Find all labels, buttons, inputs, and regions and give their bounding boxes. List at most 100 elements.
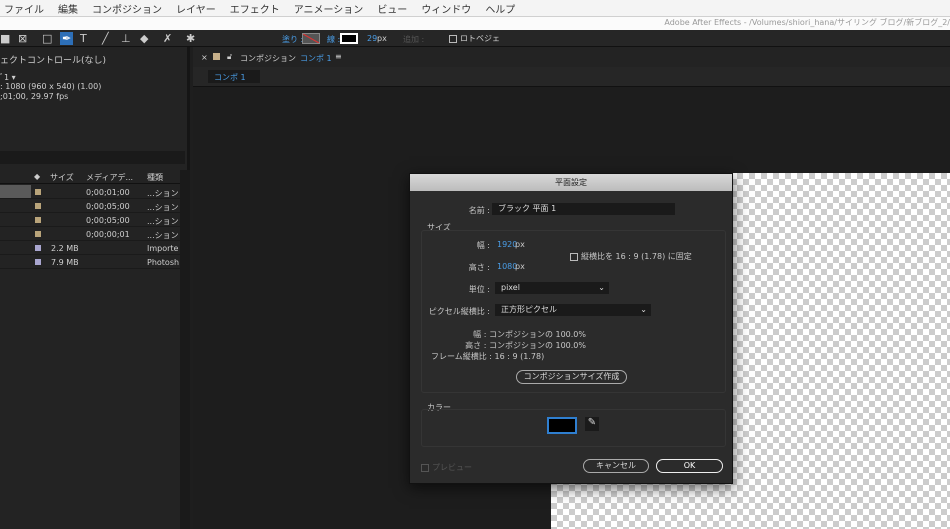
label-color-swatch[interactable] <box>35 217 41 223</box>
project-row[interactable]: 0;00;05;00 ...ション <box>0 199 180 213</box>
label-color-swatch[interactable] <box>35 203 41 209</box>
window-title: Adobe After Effects - /Volumes/shiori_ha… <box>0 17 950 30</box>
camera-tool-icon[interactable]: ■ <box>0 32 10 45</box>
comp-color-label <box>213 53 220 60</box>
project-row[interactable]: 0;00;00;01 ...ション <box>0 227 180 241</box>
close-tab-icon[interactable]: × <box>201 53 208 62</box>
comp-panel-header: × 🔓︎ コンポジション コンポ 1 ≡ <box>193 47 950 67</box>
unit-label: 単位 : <box>468 285 490 294</box>
puppet-pin-tool-icon[interactable]: ✱ <box>186 32 195 45</box>
row-duration: 0;00;01;00 <box>86 188 130 197</box>
make-comp-size-button[interactable]: コンポジションサイズ作成 <box>516 370 627 384</box>
unit-value: pixel <box>501 283 520 292</box>
stroke-width[interactable]: 29 <box>367 34 377 43</box>
eraser-tool-icon[interactable]: ◆ <box>140 32 148 45</box>
project-scrollbar[interactable] <box>180 170 190 529</box>
solid-settings-dialog: 平面設定 名前 : ブラック 平面 1 サイズ 幅 : 1920 px 縦横比を… <box>409 173 733 484</box>
tab-comp-1[interactable]: コンポ 1 <box>208 70 260 83</box>
roto-brush-tool-icon[interactable]: ✗ <box>163 32 172 45</box>
label-color-swatch[interactable] <box>35 259 41 265</box>
row-duration: 0;00;00;01 <box>86 230 130 239</box>
menu-layer[interactable]: レイヤー <box>176 1 216 16</box>
fill-label: 塗り : <box>282 35 304 44</box>
project-row[interactable]: 2.2 MB Importe <box>0 241 180 255</box>
preview-checkbox[interactable]: プレビュー <box>421 462 472 473</box>
comp-panel-label: コンポジション <box>240 54 296 63</box>
col-media-duration[interactable]: メディアデ... <box>86 172 133 183</box>
preview-label: プレビュー <box>432 463 472 472</box>
height-unit: px <box>515 262 525 271</box>
stroke-label: 線 : <box>327 35 341 44</box>
row-type: Importe <box>147 244 179 253</box>
label-color-swatch[interactable] <box>35 245 41 251</box>
row-duration: 0;00;05;00 <box>86 202 130 211</box>
text-tool-icon[interactable]: T <box>80 32 87 45</box>
fill-swatch[interactable] <box>302 33 320 44</box>
col-size[interactable]: サイズ <box>50 172 74 183</box>
pen-tool-icon[interactable]: ✒ <box>60 32 74 45</box>
project-table-header: ◆ サイズ メディアデ... 種類 <box>0 170 180 184</box>
name-label: 名前 : <box>468 206 490 215</box>
col-type[interactable]: 種類 <box>147 172 163 183</box>
info-height: 高さ : コンポジションの 100.0% <box>465 341 586 350</box>
lock-aspect-checkbox[interactable]: 縦横比を 16 : 9 (1.78) に固定 <box>570 251 692 262</box>
rotobezier-label: ロトベジェ <box>460 34 500 43</box>
cancel-button[interactable]: キャンセル <box>583 459 649 473</box>
pixel-aspect-value: 正方形ピクセル <box>501 305 557 314</box>
effect-controls-project-panel: ェクトコントロール(なし) ﾞ1 ▾ : 1080 (960 x 540) (1… <box>0 47 190 529</box>
label-tag-icon[interactable]: ◆ <box>34 172 40 181</box>
info-frame-aspect: フレーム縦横比 : 16 : 9 (1.78) <box>431 352 545 361</box>
menu-view[interactable]: ビュー <box>377 1 407 16</box>
add-label: 追加 : <box>403 35 425 44</box>
stroke-unit: px <box>377 34 387 43</box>
row-duration: 0;00;05;00 <box>86 216 130 225</box>
width-label: 幅 : <box>476 241 490 250</box>
lock-icon[interactable]: 🔓︎ <box>227 52 232 62</box>
menu-animation[interactable]: アニメーション <box>294 1 364 16</box>
info-width: 幅 : コンポジションの 100.0% <box>473 330 586 339</box>
pixel-aspect-label: ピクセル縦横比 : <box>428 307 490 316</box>
menu-composition[interactable]: コンポジション <box>92 1 162 16</box>
panel-menu-icon[interactable]: ≡ <box>335 52 342 61</box>
row-type: ...ション <box>147 203 179 212</box>
chevron-down-icon: ⌄ <box>598 283 605 292</box>
brush-tool-icon[interactable]: ╱ <box>102 32 109 45</box>
pixel-aspect-select[interactable]: 正方形ピクセル ⌄ <box>495 304 651 316</box>
label-color-swatch[interactable] <box>35 231 41 237</box>
menu-edit[interactable]: 編集 <box>58 1 78 16</box>
project-search-input[interactable] <box>0 151 185 164</box>
row-size: 7.9 MB <box>51 258 79 267</box>
name-input[interactable]: ブラック 平面 1 <box>492 203 675 215</box>
height-label: 高さ : <box>468 263 490 272</box>
project-row[interactable]: 0;00;05;00 ...ション <box>0 213 180 227</box>
project-row[interactable]: 7.9 MB Photosh <box>0 255 180 269</box>
menu-file[interactable]: ファイル <box>4 1 44 16</box>
rotobezier-checkbox[interactable]: ロトベジェ <box>449 33 500 44</box>
comp-info-duration: ;01;00, 29.97 fps <box>0 92 69 101</box>
menu-bar: ファイル 編集 コンポジション レイヤー エフェクト アニメーション ビュー ウ… <box>0 0 950 17</box>
menu-window[interactable]: ウィンドウ <box>421 1 471 16</box>
row-type: ...ション <box>147 189 179 198</box>
label-color-swatch[interactable] <box>35 189 41 195</box>
row-type: Photosh <box>147 258 180 267</box>
clone-stamp-tool-icon[interactable]: ⊥ <box>121 32 131 45</box>
color-swatch[interactable] <box>547 417 577 434</box>
ok-button[interactable]: OK <box>656 459 723 473</box>
menu-help[interactable]: ヘルプ <box>485 1 515 16</box>
row-type: ...ション <box>147 231 179 240</box>
comp-tab-bar: コンポ 1 <box>193 67 950 87</box>
chevron-down-icon: ⌄ <box>640 305 647 314</box>
pan-behind-tool-icon[interactable]: ⊠ <box>18 32 27 45</box>
rectangle-tool-icon[interactable]: □ <box>42 32 52 45</box>
comp-panel-name[interactable]: コンポ 1 <box>300 53 332 64</box>
eyedropper-icon[interactable]: ✎ <box>585 417 599 431</box>
unit-select[interactable]: pixel ⌄ <box>495 282 609 294</box>
menu-effect[interactable]: エフェクト <box>230 1 280 16</box>
stroke-swatch[interactable] <box>340 33 358 44</box>
toolbar: ■ ⊠ □ ✒ T ╱ ⊥ ◆ ✗ ✱ 塗り : 線 : 29 px 追加 : … <box>0 30 950 47</box>
row-type: ...ション <box>147 217 179 226</box>
project-row[interactable]: 0;00;01;00 ...ション <box>0 185 180 199</box>
lock-aspect-label: 縦横比を 16 : 9 (1.78) に固定 <box>581 252 692 261</box>
row-size: 2.2 MB <box>51 244 79 253</box>
panel-title: ェクトコントロール(なし) <box>0 56 107 66</box>
